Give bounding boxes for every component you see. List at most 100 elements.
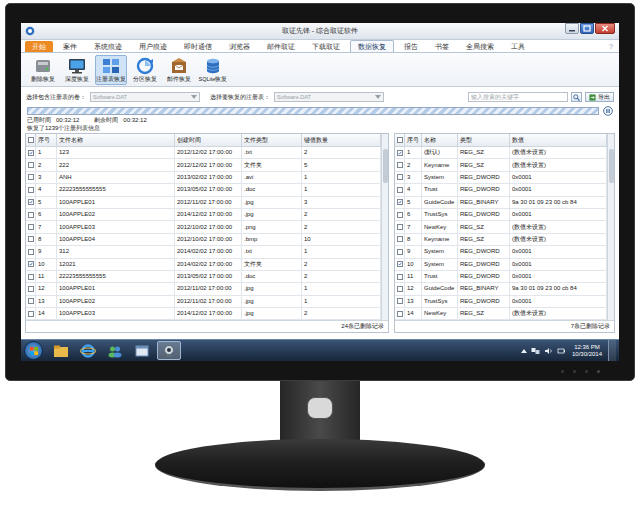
checkbox[interactable] xyxy=(397,137,403,143)
column-header[interactable]: 类型 xyxy=(458,134,510,147)
taskbar-button[interactable] xyxy=(76,341,100,360)
network-icon[interactable] xyxy=(531,347,540,355)
table-row[interactable]: 6TrustSysREG_DWORD0x0001 xyxy=(395,209,607,221)
checkbox[interactable] xyxy=(28,187,34,193)
checkbox[interactable] xyxy=(397,212,403,218)
toolbar-button[interactable]: 注册表恢复 xyxy=(95,55,127,85)
ribbon-tab[interactable]: 即时通信 xyxy=(177,41,219,52)
volume-dropdown[interactable]: Software.DAT xyxy=(274,92,384,102)
toolbar-button[interactable]: SQLite恢复 xyxy=(197,55,229,85)
checkbox[interactable] xyxy=(397,150,403,156)
checkbox[interactable] xyxy=(28,311,34,317)
scrollbar-thumb[interactable] xyxy=(609,149,614,183)
checkbox[interactable] xyxy=(397,261,403,267)
table-row[interactable]: 9SystemREG_DWORD0x0001 xyxy=(395,246,607,258)
export-button[interactable]: 导出 xyxy=(585,92,614,102)
taskbar-button[interactable] xyxy=(103,341,127,360)
monitor-button[interactable] xyxy=(585,370,588,373)
checkbox[interactable] xyxy=(397,174,403,180)
table-row[interactable]: 14NewKeyREG_SZ(数值未设置) xyxy=(395,308,607,320)
app-menu-tab[interactable]: 开始 xyxy=(25,41,53,52)
taskbar-button[interactable] xyxy=(157,341,181,360)
table-row[interactable]: 93122014/02/02 17:00:00.txt1 xyxy=(26,246,381,258)
search-input[interactable] xyxy=(468,92,568,102)
checkbox[interactable] xyxy=(28,236,34,242)
table-row[interactable]: 4222235555555552013/05/02 17:00:00.doc1 xyxy=(26,184,381,196)
ribbon-tab[interactable]: 书签 xyxy=(428,41,456,52)
ribbon-tab[interactable]: 邮件取证 xyxy=(260,41,302,52)
table-row[interactable]: 11TrustREG_DWORD0x0001 xyxy=(395,271,607,283)
taskbar-button[interactable] xyxy=(130,341,154,360)
checkbox[interactable] xyxy=(397,298,403,304)
ribbon-tab[interactable]: 全局搜索 xyxy=(459,41,501,52)
table-row[interactable]: 6100APPLE022014/12/02 17:00:00.jpg2 xyxy=(26,209,381,221)
table-row[interactable]: 2KeynameREG_SZ(数值未设置) xyxy=(395,159,607,171)
column-header[interactable]: 数值 xyxy=(510,134,607,147)
checkbox[interactable] xyxy=(28,137,34,143)
monitor-button[interactable] xyxy=(561,370,564,373)
power-icon[interactable] xyxy=(557,347,566,355)
table-row[interactable]: 13TrustSysREG_DWORD0x0001 xyxy=(395,296,607,308)
checkbox[interactable] xyxy=(397,274,403,280)
ribbon-tab[interactable]: 下载取证 xyxy=(305,41,347,52)
ribbon-tab[interactable]: 数据恢复 xyxy=(350,40,394,52)
checkbox[interactable] xyxy=(28,298,34,304)
toolbar-button[interactable]: 删除恢复 xyxy=(27,55,59,85)
toolbar-button[interactable]: 分区恢复 xyxy=(129,55,161,85)
table-row[interactable]: 1(默认)REG_SZ(数值未设置) xyxy=(395,147,607,159)
checkbox[interactable] xyxy=(28,249,34,255)
table-row[interactable]: 5100APPLE012012/11/02 17:00:00.jpg3 xyxy=(26,197,381,209)
table-row[interactable]: 5GuideCodeREG_BINARY9a 30 01 09 23 00 cb… xyxy=(395,197,607,209)
ribbon-tab[interactable]: 浏览器 xyxy=(222,41,257,52)
table-row[interactable]: 3SystemREG_DWORD0x0001 xyxy=(395,172,607,184)
ribbon-tab[interactable]: 系统痕迹 xyxy=(87,41,129,52)
scrollbar[interactable] xyxy=(381,134,388,320)
search-button[interactable] xyxy=(571,92,582,102)
scrollbar-thumb[interactable] xyxy=(383,149,388,183)
table-row[interactable]: 3ANH2013/02/02 17:00:00.avi1 xyxy=(26,172,381,184)
start-button[interactable] xyxy=(24,341,43,360)
checkbox[interactable] xyxy=(397,187,403,193)
checkbox[interactable] xyxy=(397,162,403,168)
show-hidden-icon[interactable] xyxy=(521,348,527,354)
table-row[interactable]: 11232012/12/02 17:00:00.txt2 xyxy=(26,147,381,159)
checkbox[interactable] xyxy=(28,162,34,168)
checkbox[interactable] xyxy=(28,286,34,292)
checkbox[interactable] xyxy=(28,261,34,267)
table-row[interactable]: 10SystemREG_DWORD0x0001 xyxy=(395,259,607,271)
table-row[interactable]: 12GuideCodeREG_BINARY9a 30 01 09 23 00 c… xyxy=(395,283,607,295)
table-row[interactable]: 7100APPLE032012/10/02 17:00:00.png2 xyxy=(26,221,381,233)
checkbox[interactable] xyxy=(397,224,403,230)
volume-icon[interactable] xyxy=(544,347,553,355)
checkbox[interactable] xyxy=(28,174,34,180)
table-row[interactable]: 12100APPLE012012/11/02 17:00:00.jpg1 xyxy=(26,283,381,295)
checkbox[interactable] xyxy=(28,199,34,205)
table-row[interactable]: 13100APPLE022012/11/02 17:00:00.jpg1 xyxy=(26,296,381,308)
column-header[interactable]: 名称 xyxy=(422,134,458,147)
clock[interactable]: 12:36 PM10/30/2014 xyxy=(570,344,604,358)
table-row[interactable]: 7NewKeyREG_SZ(数值未设置) xyxy=(395,221,607,233)
table-row[interactable]: 11222235555555552013/05/02 17:00:00.doc2 xyxy=(26,271,381,283)
checkbox[interactable] xyxy=(397,286,403,292)
table-row[interactable]: 4TrustREG_DWORD0x0001 xyxy=(395,184,607,196)
column-header[interactable]: 序号 xyxy=(405,134,422,147)
checkbox[interactable] xyxy=(397,249,403,255)
checkbox[interactable] xyxy=(397,311,403,317)
table-row[interactable]: 8KeynameREG_SZ(数值未设置) xyxy=(395,234,607,246)
column-header[interactable]: 序号 xyxy=(36,134,57,147)
scrollbar[interactable] xyxy=(607,134,614,320)
maximize-button[interactable] xyxy=(580,23,594,34)
column-header[interactable]: 创建时间 xyxy=(175,134,242,147)
ribbon-tab[interactable]: 报告 xyxy=(397,41,425,52)
table-row[interactable]: 22222012/12/02 17:00:00文件夹5 xyxy=(26,159,381,171)
help-button[interactable]: ? xyxy=(609,41,615,52)
taskbar-button[interactable] xyxy=(49,341,73,360)
column-header[interactable]: 文件类型 xyxy=(242,134,302,147)
column-header[interactable]: 键值数量 xyxy=(302,134,381,147)
table-row[interactable]: 10120212014/02/02 17:00:00文件夹2 xyxy=(26,259,381,271)
toolbar-button[interactable]: 深度恢复 xyxy=(61,55,93,85)
table-row[interactable]: 14100APPLE032014/12/02 17:00:00.jpg2 xyxy=(26,308,381,320)
show-desktop-button[interactable] xyxy=(608,340,616,361)
column-header[interactable]: 文件名称 xyxy=(57,134,175,147)
table-row[interactable]: 8100APPLE042012/10/02 17:00:00.bmp10 xyxy=(26,234,381,246)
